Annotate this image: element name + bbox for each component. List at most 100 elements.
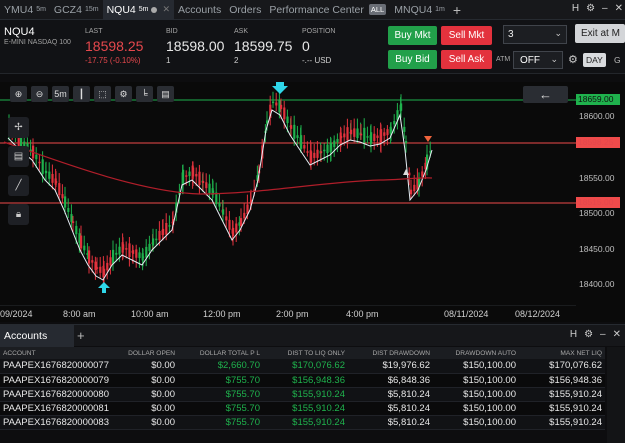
candle-type-icon[interactable]: ┃ — [73, 86, 90, 102]
candle-body — [128, 243, 131, 258]
bid-label: BID — [166, 28, 178, 35]
candle-body — [168, 225, 171, 227]
window-controls: H ⚙ – ✕ — [572, 3, 623, 14]
close-icon[interactable]: ✕ — [613, 329, 621, 340]
candle-body — [195, 173, 198, 177]
tab-label: NQU4 — [106, 3, 136, 16]
vertical-scrollbar[interactable] — [607, 347, 625, 443]
candle-body — [99, 266, 102, 273]
line-draw-icon[interactable]: ╱ — [8, 175, 29, 196]
candle-body — [360, 133, 363, 136]
drawdown-auto: $150,100.00 — [433, 401, 519, 416]
column-header[interactable]: DOLLAR TOTAL P L — [178, 347, 263, 359]
accounts-table: ACCOUNT DOLLAR OPEN DOLLAR TOTAL P L DIS… — [0, 347, 605, 430]
column-header[interactable]: ACCOUNT — [0, 347, 118, 359]
table-row[interactable]: PAAPEX1676820000079 $0.00 $755.70 $156,9… — [0, 373, 605, 388]
column-header[interactable]: MAX NET LIQ — [519, 347, 605, 359]
column-header[interactable]: DIST TO LIQ ONLY — [263, 347, 348, 359]
table-row[interactable]: PAAPEX1676820000080 $0.00 $755.70 $155,9… — [0, 387, 605, 402]
tab-accounts-panel[interactable]: Accounts — [0, 325, 74, 347]
minimize-icon[interactable]: – — [602, 3, 608, 14]
candle-body — [380, 129, 383, 143]
templates-icon[interactable]: ▤ — [157, 86, 174, 102]
candle-body — [138, 252, 141, 259]
candle-body — [205, 182, 208, 189]
exit-at-market-button[interactable]: Exit at M — [575, 24, 625, 43]
candle-body — [326, 144, 329, 154]
candle-body — [390, 128, 393, 132]
minimize-icon[interactable]: – — [600, 329, 606, 340]
price-label-red: 18515.00 — [576, 197, 620, 208]
time-in-force-day-button[interactable]: DAY — [583, 53, 606, 67]
candle-body — [316, 149, 319, 158]
candle-body — [212, 190, 215, 194]
interval-button[interactable]: 5m — [52, 86, 69, 102]
candle-body — [323, 149, 326, 152]
candle-body — [403, 126, 406, 132]
last-price-marker: 18598.25 — [576, 137, 620, 148]
close-icon[interactable]: ✕ — [615, 3, 623, 14]
candle-body — [51, 173, 54, 183]
candle-body — [182, 169, 185, 185]
h-button[interactable]: H — [570, 329, 577, 340]
candle-body — [300, 135, 303, 149]
sell-market-button[interactable]: Sell Mkt — [441, 26, 492, 45]
tab-label: Orders — [229, 3, 262, 16]
candle-body — [145, 246, 148, 258]
time-axis[interactable]: 09/2024 8:00 am 10:00 am 12:00 pm 2:00 p… — [0, 306, 576, 322]
zoom-in-icon[interactable]: ⊕ — [10, 86, 27, 102]
price-tick: 18450.00 — [579, 244, 615, 254]
buy-market-button[interactable]: Buy Mkt — [388, 26, 437, 45]
price-tick: 18600.00 — [579, 111, 615, 121]
chart-settings-gear-icon[interactable]: ⚙ — [115, 86, 132, 102]
gtc-button[interactable]: G — [614, 55, 621, 65]
tab-interval: 1m — [435, 6, 445, 13]
close-tab-icon[interactable]: ✕ — [162, 4, 170, 15]
tab-performance-center[interactable]: Performance Center ALL — [265, 0, 390, 20]
table-row[interactable]: PAAPEX1676820000081 $0.00 $755.70 $155,9… — [0, 401, 605, 416]
dollar-total-pl: $755.70 — [178, 373, 263, 388]
price-axis[interactable]: 18600.00 18550.00 18500.00 18450.00 1840… — [576, 82, 625, 306]
h-button[interactable]: H — [572, 3, 579, 14]
candle-body — [243, 212, 246, 219]
zoom-out-icon[interactable]: ⊖ — [31, 86, 48, 102]
crosshair-select-icon[interactable]: ⬚ — [94, 86, 111, 102]
tab-gcz4[interactable]: GCZ4 15m — [50, 0, 103, 20]
dollar-total-pl: $755.70 — [178, 415, 263, 430]
max-net-liq: $170,076.62 — [519, 359, 605, 374]
settings-gear-icon[interactable]: ⚙ — [584, 329, 593, 340]
atm-settings-gear-icon[interactable]: ⚙ — [568, 53, 578, 66]
indicators-icon[interactable]: ╘ — [136, 86, 153, 102]
add-tab-button[interactable]: + — [449, 0, 465, 20]
tab-ymu4[interactable]: YMU4 5m — [0, 0, 50, 20]
candle-body — [363, 127, 366, 143]
time-tick: 2:00 pm — [276, 309, 309, 319]
buy-bid-button[interactable]: Buy Bid — [388, 50, 437, 69]
sell-ask-button[interactable]: Sell Ask — [441, 50, 492, 69]
settings-gear-icon[interactable]: ⚙ — [586, 3, 595, 14]
candle-body — [35, 154, 38, 160]
candle-body — [152, 238, 155, 246]
candle-body — [275, 102, 278, 106]
tab-mnqu4[interactable]: MNQU4 1m — [390, 0, 449, 20]
lock-icon[interactable]: 🔒︎ — [8, 204, 29, 225]
candlestick-plot[interactable] — [0, 82, 576, 306]
column-header[interactable]: DIST DRAWDOWN — [348, 347, 433, 359]
table-row[interactable]: PAAPEX1676820000083 $0.00 $755.70 $155,9… — [0, 415, 605, 430]
candle-body — [158, 230, 161, 241]
candle-body — [67, 208, 70, 212]
notes-icon[interactable]: ▤ — [8, 146, 29, 167]
add-panel-tab-plus-icon[interactable]: + — [77, 328, 85, 343]
tab-nqu4[interactable]: NQU4 5m ✕ — [102, 0, 175, 20]
symbol-name[interactable]: NQU4 — [4, 26, 35, 38]
quantity-select[interactable]: 3 ⌄ — [503, 25, 567, 44]
table-row[interactable]: PAAPEX1676820000077 $0.00 $2,660.70 $170… — [0, 359, 605, 374]
column-header[interactable]: DRAWDOWN AUTO — [433, 347, 519, 359]
scroll-to-latest-button[interactable]: ← — [523, 86, 568, 103]
price-chart[interactable]: ⊕ ⊖ 5m ┃ ⬚ ⚙ ╘ ▤ ✢ ▤ ╱ 🔒︎ ← 18600.00 185… — [0, 82, 625, 322]
tab-orders[interactable]: Orders — [225, 0, 265, 20]
tab-accounts[interactable]: Accounts — [174, 0, 225, 20]
atm-select[interactable]: OFF ⌄ — [513, 51, 563, 69]
column-header[interactable]: DOLLAR OPEN — [118, 347, 178, 359]
crosshair-icon[interactable]: ✢ — [8, 117, 29, 138]
